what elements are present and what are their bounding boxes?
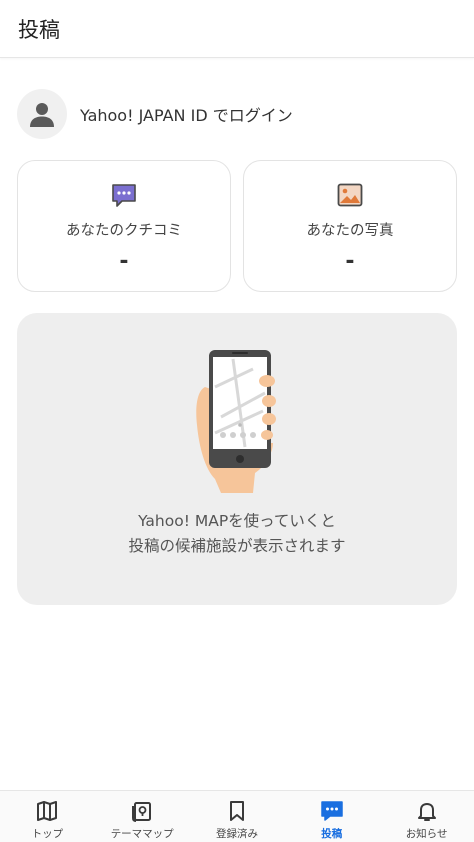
tab-top-label: トップ [31, 828, 64, 840]
review-bubble-icon [112, 184, 136, 207]
tab-saved-label: 登録済み [215, 828, 258, 840]
map-book-icon [37, 801, 58, 821]
login-row[interactable]: Yahoo! JAPAN ID でログイン [17, 88, 457, 140]
post-bubble-icon [321, 801, 343, 821]
photo-icon [337, 183, 363, 207]
my-photos-card[interactable]: あなたの写真 - [243, 160, 457, 292]
promo-line-1: Yahoo! MAPを使っていくと [138, 512, 336, 530]
page-title: 投稿 [18, 18, 60, 42]
login-label[interactable]: Yahoo! JAPAN ID でログイン [80, 102, 293, 126]
tab-saved[interactable]: 登録済み [190, 791, 285, 842]
hand-phone-illustration [196, 350, 276, 493]
tab-notifications-label: お知らせ [405, 828, 448, 840]
bookmark-icon [229, 801, 244, 821]
empty-state-panel: Yahoo! MAPを使っていくと 投稿の候補施設が表示されます [17, 313, 457, 605]
my-reviews-label: あなたのクチコミ [66, 223, 182, 239]
bottom-tab-bar: トップ テーママップ 登録済み 投稿 お知らせ [0, 790, 474, 842]
tab-theme-map-label: テーママップ [110, 828, 174, 840]
promo-line-2: 投稿の候補施設が表示されます [128, 537, 346, 555]
tab-top[interactable]: トップ [0, 791, 95, 842]
tab-notifications[interactable]: お知らせ [379, 791, 474, 842]
my-photos-count: - [345, 249, 355, 274]
my-reviews-count: - [119, 249, 129, 274]
app-header: 投稿 [0, 0, 474, 58]
theme-map-icon [132, 802, 152, 822]
tab-post-label: 投稿 [321, 828, 343, 840]
tab-theme-map[interactable]: テーママップ [95, 791, 190, 842]
my-photos-label: あなたの写真 [306, 223, 394, 239]
user-icon [30, 103, 54, 127]
my-reviews-card[interactable]: あなたのクチコミ - [17, 160, 231, 292]
bell-icon [417, 803, 436, 821]
avatar [17, 89, 67, 139]
tab-post[interactable]: 投稿 [284, 791, 379, 842]
